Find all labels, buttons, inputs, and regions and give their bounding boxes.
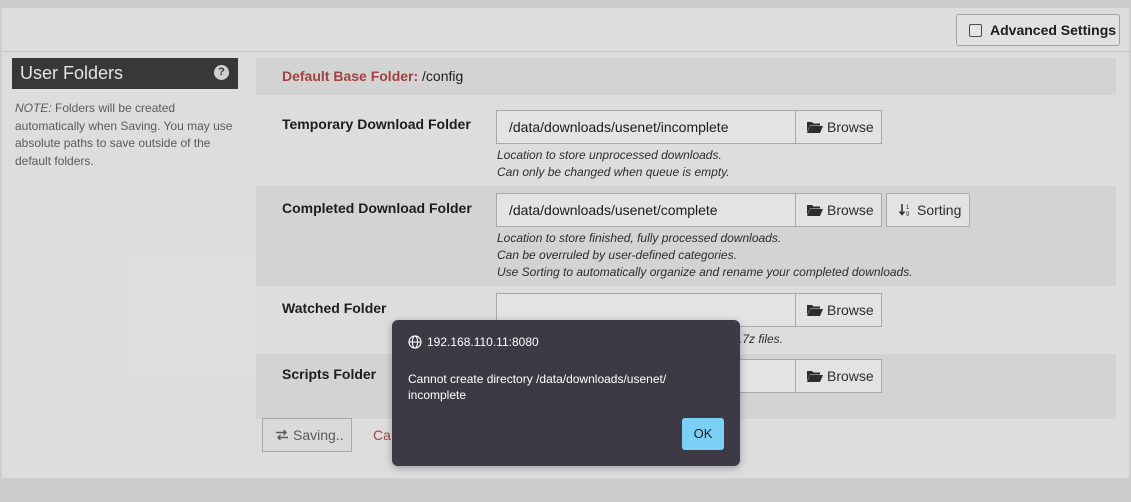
dialog-message-line: incomplete [408,388,467,402]
dialog-origin: 192.168.110.11:8080 [408,335,539,349]
ok-button[interactable]: OK [682,418,724,450]
alert-dialog: 192.168.110.11:8080 Cannot create direct… [392,320,740,466]
dialog-origin-text: 192.168.110.11:8080 [427,335,539,349]
dialog-message: Cannot create directory /data/downloads/… [408,371,718,403]
globe-icon [408,335,422,349]
dialog-message-line: Cannot create directory /data/downloads/… [408,372,667,386]
